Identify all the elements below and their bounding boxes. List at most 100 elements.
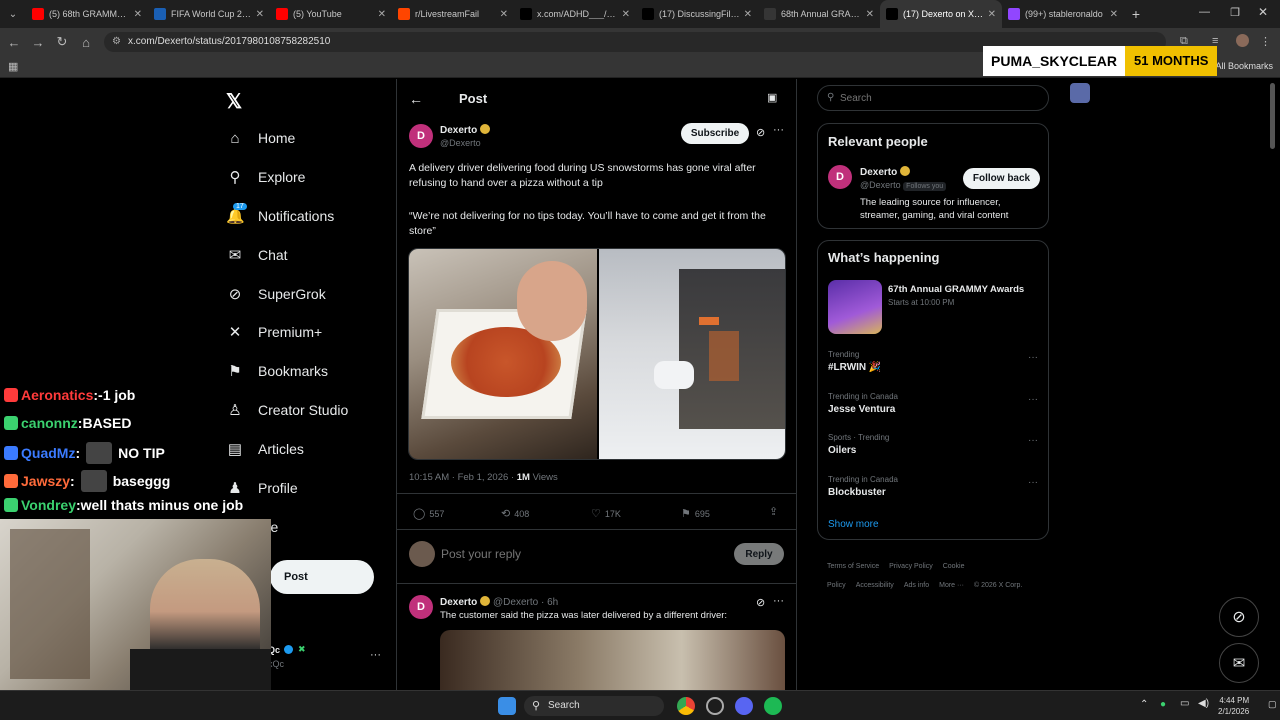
share-icon[interactable]: ⇪ bbox=[769, 505, 778, 518]
new-tab-icon[interactable]: + bbox=[1124, 6, 1148, 22]
snowstorm-image[interactable] bbox=[599, 249, 785, 459]
site-info-icon[interactable]: ⚙ bbox=[112, 36, 121, 47]
close-window-icon[interactable]: ✕ bbox=[1258, 5, 1268, 19]
close-tab-icon[interactable]: ✕ bbox=[378, 9, 386, 20]
close-tab-icon[interactable]: ✕ bbox=[866, 9, 874, 20]
browser-tab[interactable]: (17) DiscussingFilm o ✕ bbox=[636, 0, 758, 28]
reply-more-icon[interactable]: ··· bbox=[773, 595, 784, 607]
messages-fab-icon[interactable]: ✉ bbox=[1219, 643, 1259, 683]
footer-link[interactable]: Accessibility bbox=[856, 582, 894, 589]
profile-avatar-icon[interactable] bbox=[1236, 34, 1249, 47]
close-tab-icon[interactable]: ✕ bbox=[134, 9, 142, 20]
browser-tab[interactable]: (5) 68th GRAMMY Aw ✕ bbox=[26, 0, 148, 28]
tab-list-icon[interactable]: ⌄ bbox=[0, 9, 26, 20]
windows-start-icon[interactable] bbox=[498, 697, 516, 715]
discord-icon[interactable] bbox=[735, 697, 753, 715]
tray-chevron-icon[interactable]: ⌃ bbox=[1140, 699, 1148, 710]
trend-more-icon[interactable]: ··· bbox=[1028, 352, 1038, 363]
reply-stat[interactable]: ◯ 557 bbox=[413, 507, 444, 520]
back-icon[interactable]: ← bbox=[2, 35, 26, 50]
reload-icon[interactable]: ↻ bbox=[50, 34, 74, 50]
maximize-icon[interactable]: ❐ bbox=[1230, 6, 1240, 19]
taskbar-clock[interactable]: 4:44 PM 2/1/2026 bbox=[1218, 695, 1249, 717]
back-arrow-icon[interactable]: ← bbox=[409, 91, 423, 107]
more-options-icon[interactable]: ··· bbox=[773, 124, 784, 136]
taskbar-search[interactable]: ⚲ Search bbox=[524, 696, 664, 716]
sidebar-item-explore[interactable]: ⚲ Explore bbox=[226, 162, 306, 192]
browser-tab[interactable]: x.com/ADHD___/sta ✕ bbox=[514, 0, 636, 28]
reply-input[interactable] bbox=[441, 543, 661, 565]
chrome-icon[interactable] bbox=[677, 697, 695, 715]
relevant-avatar[interactable]: D bbox=[828, 165, 852, 189]
reply-author-avatar[interactable]: D bbox=[409, 595, 433, 619]
apps-grid-icon[interactable]: ▦ bbox=[8, 60, 18, 73]
sidebar-item-creator-studio[interactable]: ♙ Creator Studio bbox=[226, 395, 348, 425]
search-box[interactable]: ⚲ bbox=[817, 85, 1049, 111]
pizza-image[interactable] bbox=[409, 249, 597, 459]
reply-author-row[interactable]: Dexerto @Dexerto · 6h bbox=[440, 596, 558, 608]
extension-avatar-icon[interactable] bbox=[1070, 83, 1090, 103]
trend-item[interactable]: Trending in Canada Jesse Ventura ··· bbox=[828, 392, 1038, 415]
grammy-image[interactable] bbox=[828, 280, 882, 334]
browser-tab[interactable]: FIFA World Cup 2026 ✕ bbox=[148, 0, 270, 28]
author-name-row[interactable]: Dexerto bbox=[440, 124, 491, 136]
volume-icon[interactable]: ◀) bbox=[1198, 698, 1209, 709]
trend-item[interactable]: Sports · Trending Oilers ··· bbox=[828, 433, 1038, 456]
mic-icon[interactable]: ● bbox=[1160, 699, 1166, 710]
notification-center-icon[interactable]: ▢ bbox=[1268, 699, 1277, 710]
close-tab-icon[interactable]: ✕ bbox=[744, 9, 752, 20]
sidebar-item-notifications[interactable]: 🔔 17 Notifications bbox=[226, 201, 334, 231]
trend-more-icon[interactable]: ··· bbox=[1028, 435, 1038, 446]
follow-back-button[interactable]: Follow back bbox=[963, 168, 1040, 189]
like-stat[interactable]: ♡ 17K bbox=[591, 507, 621, 520]
footer-link[interactable]: Terms of Service bbox=[827, 563, 879, 570]
sidebar-item-articles[interactable]: ▤ Articles bbox=[226, 434, 304, 464]
close-tab-icon[interactable]: ✕ bbox=[500, 9, 508, 20]
footer-link[interactable]: © 2026 X Corp. bbox=[974, 582, 1022, 589]
post-button[interactable]: Post bbox=[270, 560, 374, 594]
subscribe-button[interactable]: Subscribe bbox=[681, 123, 749, 144]
event-title[interactable]: 67th Annual GRAMMY Awards bbox=[888, 284, 1024, 295]
sidebar-item-bookmarks[interactable]: ⚑ Bookmarks bbox=[226, 356, 328, 386]
search-input[interactable] bbox=[840, 91, 1040, 106]
repost-stat[interactable]: ⟲ 408 bbox=[501, 507, 529, 520]
account-menu-icon[interactable]: ··· bbox=[370, 649, 381, 661]
network-icon[interactable]: ▭ bbox=[1180, 698, 1189, 709]
reader-icon[interactable]: ▣ bbox=[767, 91, 777, 104]
trend-item[interactable]: Trending in Canada Blockbuster ··· bbox=[828, 475, 1038, 498]
x-logo-icon[interactable]: 𝕏 bbox=[226, 89, 242, 114]
close-tab-icon[interactable]: ✕ bbox=[1110, 9, 1118, 20]
author-avatar[interactable]: D bbox=[409, 124, 433, 148]
obs-icon[interactable] bbox=[706, 697, 724, 715]
footer-link[interactable]: Privacy Policy bbox=[889, 563, 933, 570]
reply-button[interactable]: Reply bbox=[734, 543, 784, 565]
home-browser-icon[interactable]: ⌂ bbox=[74, 35, 98, 50]
sidebar-item-premium-[interactable]: ✕ Premium+ bbox=[226, 317, 322, 347]
browser-tab[interactable]: (5) YouTube ✕ bbox=[270, 0, 392, 28]
post-media[interactable] bbox=[408, 248, 786, 460]
reply-grok-icon[interactable]: ⊘ bbox=[756, 596, 765, 609]
minimize-icon[interactable]: — bbox=[1199, 6, 1210, 18]
browser-tab[interactable]: (99+) stableronaldo ✕ bbox=[1002, 0, 1124, 28]
forward-icon[interactable]: → bbox=[26, 35, 50, 50]
show-more-link[interactable]: Show more bbox=[828, 519, 879, 530]
grok-fab-icon[interactable]: ⊘ bbox=[1219, 597, 1259, 637]
trend-more-icon[interactable]: ··· bbox=[1028, 477, 1038, 488]
close-tab-icon[interactable]: ✕ bbox=[256, 9, 264, 20]
spotify-icon[interactable] bbox=[764, 697, 782, 715]
trend-more-icon[interactable]: ··· bbox=[1028, 394, 1038, 405]
reply-media[interactable] bbox=[440, 630, 785, 690]
page-scrollbar[interactable] bbox=[1270, 83, 1275, 149]
browser-tab[interactable]: r/LivestreamFail ✕ bbox=[392, 0, 514, 28]
sidebar-item-home[interactable]: ⌂ Home bbox=[226, 123, 295, 153]
footer-link[interactable]: More ··· bbox=[939, 582, 964, 589]
browser-tab[interactable]: (17) Dexerto on X: "A ✕ bbox=[880, 0, 1002, 28]
relevant-name-row[interactable]: Dexerto bbox=[860, 166, 911, 178]
browser-tab[interactable]: 68th Annual GRAMM ✕ bbox=[758, 0, 880, 28]
grok-icon[interactable]: ⊘ bbox=[756, 126, 765, 139]
sidebar-item-chat[interactable]: ✉ Chat bbox=[226, 240, 288, 270]
menu-dots-icon[interactable]: ⋮ bbox=[1260, 35, 1271, 48]
sidebar-item-supergrok[interactable]: ⊘ SuperGrok bbox=[226, 279, 326, 309]
close-tab-icon[interactable]: ✕ bbox=[988, 9, 996, 20]
bookmark-stat[interactable]: ⚑ 695 bbox=[681, 507, 710, 520]
